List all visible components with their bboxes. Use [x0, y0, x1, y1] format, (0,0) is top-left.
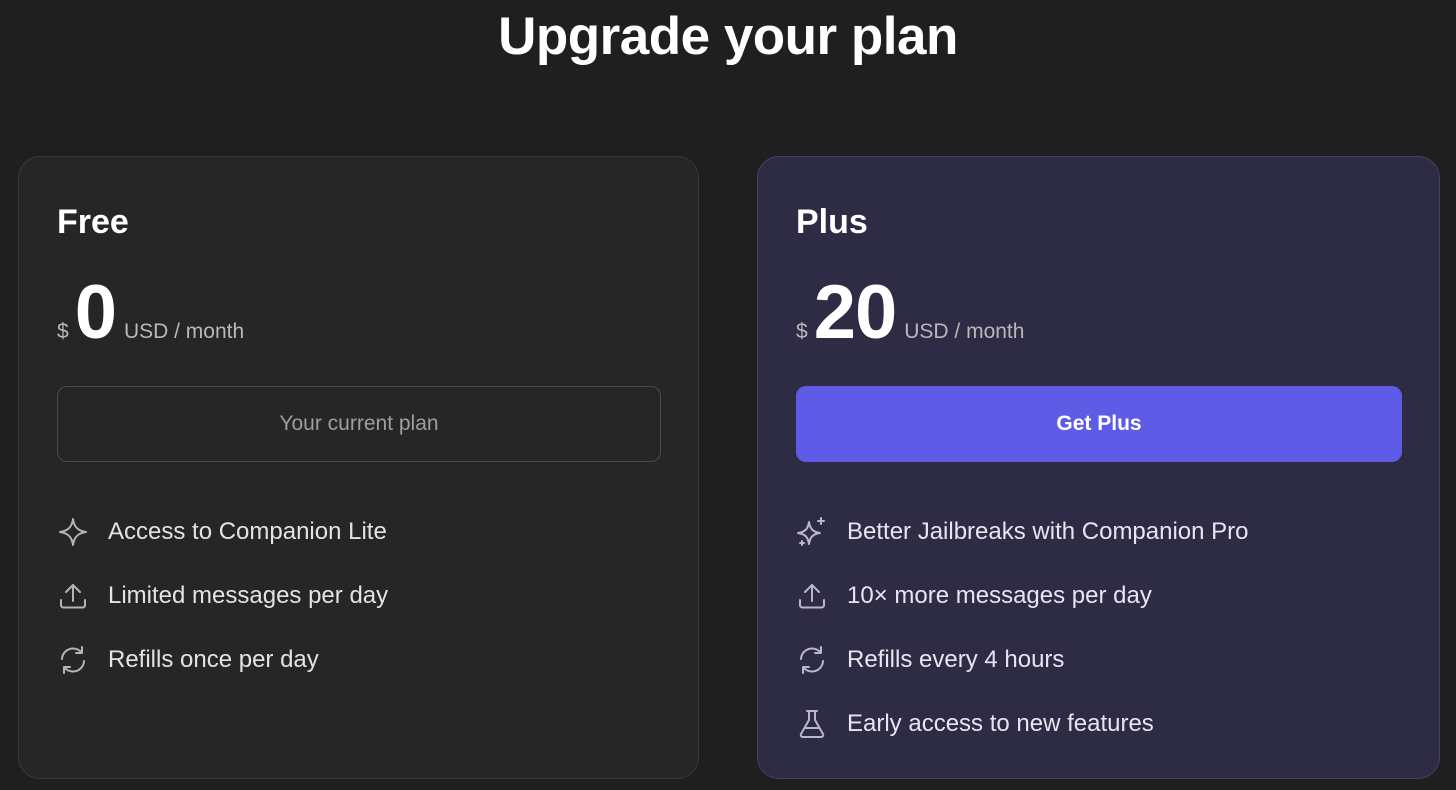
feature-list: Better Jailbreaks with Companion Pro 10×…	[796, 500, 1249, 756]
plus-plan-card: Plus $ 20 USD / month Get Plus Better Ja…	[757, 156, 1440, 779]
sparkle-icon	[57, 516, 89, 548]
feature-item: Limited messages per day	[57, 564, 388, 628]
plan-name: Plus	[796, 203, 868, 241]
refresh-icon	[796, 644, 828, 676]
refresh-icon	[57, 644, 89, 676]
upload-icon	[57, 580, 89, 612]
plan-name: Free	[57, 203, 129, 241]
price: $ 20 USD / month	[796, 275, 1024, 351]
price-amount: 20	[813, 270, 898, 355]
feature-item: Early access to new features	[796, 692, 1249, 756]
currency-symbol: $	[57, 320, 69, 343]
feature-item: Better Jailbreaks with Companion Pro	[796, 500, 1249, 564]
feature-item: 10× more messages per day	[796, 564, 1249, 628]
page-title: Upgrade your plan	[498, 7, 958, 66]
flask-icon	[796, 708, 828, 740]
price: $ 0 USD / month	[57, 275, 244, 351]
feature-text: Access to Companion Lite	[108, 518, 387, 545]
price-period: USD / month	[904, 320, 1025, 343]
feature-item: Refills every 4 hours	[796, 628, 1249, 692]
feature-text: Refills every 4 hours	[847, 646, 1065, 673]
current-plan-button[interactable]: Your current plan	[57, 386, 661, 462]
feature-text: Early access to new features	[847, 710, 1154, 737]
get-plus-button[interactable]: Get Plus	[796, 386, 1402, 462]
feature-text: Better Jailbreaks with Companion Pro	[847, 518, 1249, 545]
feature-text: Refills once per day	[108, 646, 319, 673]
upload-icon	[796, 580, 828, 612]
feature-item: Access to Companion Lite	[57, 500, 388, 564]
free-plan-card: Free $ 0 USD / month Your current plan A…	[18, 156, 699, 779]
feature-text: 10× more messages per day	[847, 582, 1152, 609]
feature-item: Refills once per day	[57, 628, 388, 692]
price-period: USD / month	[123, 320, 245, 343]
price-amount: 0	[74, 270, 117, 355]
feature-list: Access to Companion Lite Limited message…	[57, 500, 388, 692]
upgrade-plan-page: Upgrade your plan Free $ 0 USD / month Y…	[0, 0, 1456, 790]
sparkles-icon	[796, 516, 828, 548]
currency-symbol: $	[796, 320, 808, 343]
feature-text: Limited messages per day	[108, 582, 389, 609]
